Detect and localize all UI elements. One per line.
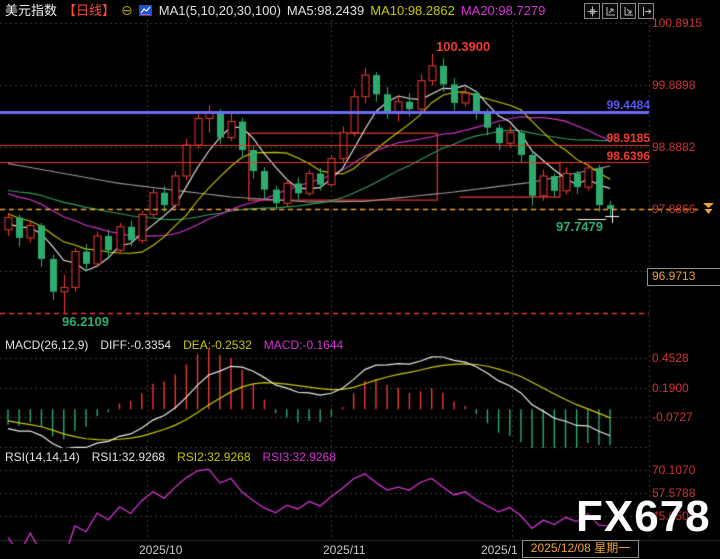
peak-high-label: 100.3900 — [436, 40, 490, 54]
macd-tick-3: -0.0727 — [652, 410, 693, 424]
macd-header: MACD(26,12,9) DIFF:-0.3354 DEA:-0.2532 M… — [5, 338, 343, 353]
price-tick-2: 99.8898 — [652, 78, 695, 92]
current-price-label: 97.8866 — [652, 202, 695, 216]
macd-value: MACD:-0.1644 — [264, 338, 343, 353]
time-tick-nov: 2025/11 — [323, 543, 366, 557]
watermark: FX678 — [576, 492, 711, 542]
ma5-value: MA5:98.2439 — [287, 3, 364, 18]
chart-canvas[interactable] — [0, 0, 720, 559]
zoom-x-axis-icon[interactable] — [602, 3, 618, 19]
rsi-header: RSI(14,14,14) RSI1:32.9268 RSI2:32.9268 … — [5, 450, 336, 465]
crosshair-date-box: 2025/12/08 星期一 — [522, 540, 639, 558]
rsi-title: RSI(14,14,14) — [5, 450, 80, 465]
ma10-value: MA10:98.2862 — [370, 3, 455, 18]
zoom-y-axis-icon[interactable] — [620, 3, 636, 19]
price-tick-1: 100.8915 — [652, 16, 702, 30]
ma20-value: MA20:98.7279 — [461, 3, 546, 18]
pan-right-icon[interactable] — [638, 3, 654, 19]
rsi-tick-1: 70.1070 — [652, 463, 695, 477]
macd-tick-2: 0.1900 — [652, 381, 689, 395]
chart-toolbar — [584, 3, 654, 19]
blue-resistance-label: 99.4484 — [598, 98, 650, 112]
red-resistance-label-1: 98.9185 — [600, 131, 650, 145]
crosshair-price-box: 96.9713 — [647, 268, 720, 286]
period-label[interactable]: 【日线】 — [63, 3, 115, 18]
price-alert-marker-icon[interactable] — [701, 202, 716, 218]
rsi2-value: RSI2:32.9268 — [177, 450, 250, 465]
chart-header: 美元指数 【日线】 ⊖ MA1(5,10,20,30,100) MA5:98.2… — [5, 3, 545, 18]
red-resistance-label-2: 98.6396 — [600, 149, 650, 163]
ma-settings-label: MA1(5,10,20,30,100) — [159, 3, 281, 18]
macd-tick-1: 0.4528 — [652, 351, 689, 365]
symbol-title: 美元指数 — [5, 3, 57, 18]
macd-dea-value: DEA:-0.2532 — [183, 338, 252, 353]
chart-app: 美元指数 【日线】 ⊖ MA1(5,10,20,30,100) MA5:98.2… — [0, 0, 720, 559]
price-tick-3: 98.8882 — [652, 140, 695, 154]
rsi3-value: RSI3:32.9268 — [263, 450, 336, 465]
time-tick-dec: 2025/1 — [481, 543, 518, 557]
recent-low-label: 97.7479 — [556, 220, 603, 234]
macd-title: MACD(26,12,9) — [5, 338, 88, 353]
time-tick-oct: 2025/10 — [139, 543, 182, 557]
macd-diff-value: DIFF:-0.3354 — [100, 338, 171, 353]
support-low-label: 96.2109 — [62, 315, 109, 329]
indicator-chart-icon[interactable] — [139, 4, 153, 17]
move-crosshair-icon[interactable] — [584, 3, 600, 19]
rsi1-value: RSI1:32.9268 — [92, 450, 165, 465]
collapse-icon[interactable]: ⊖ — [121, 3, 133, 18]
